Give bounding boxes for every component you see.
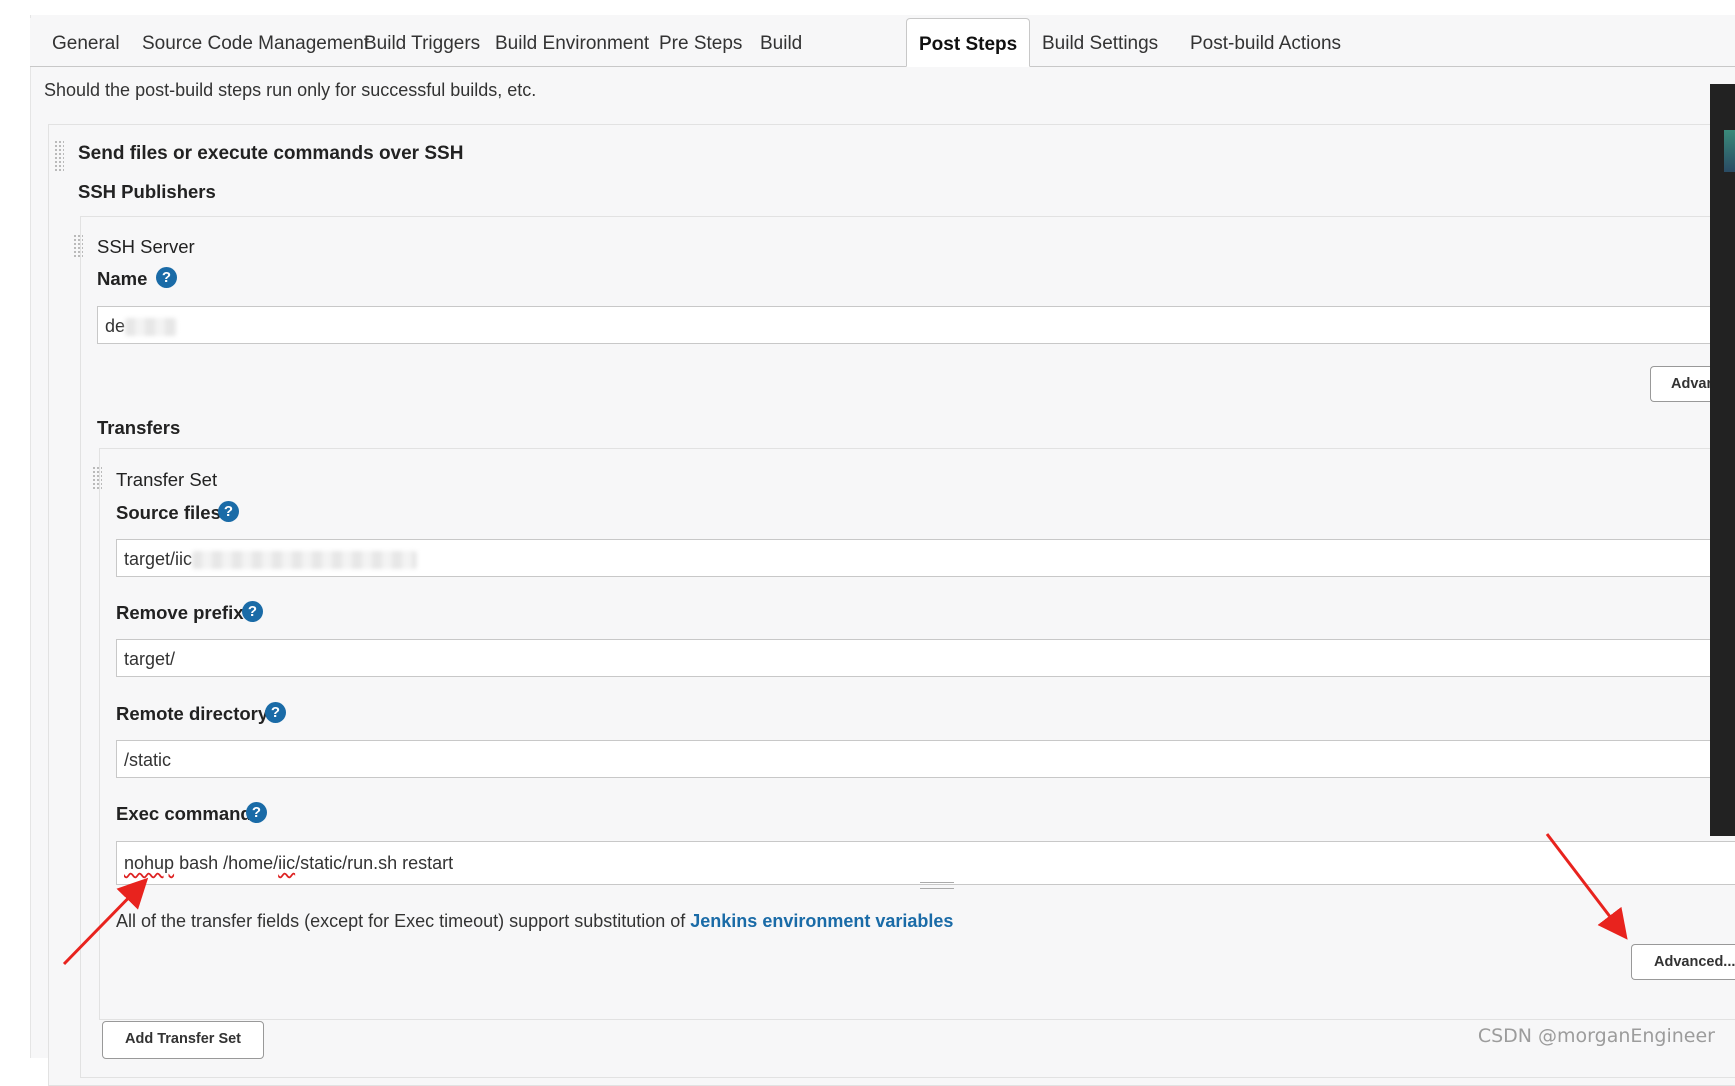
tab-pre-steps[interactable]: Pre Steps (647, 18, 754, 66)
textarea-resize-handle[interactable] (920, 882, 954, 889)
help-icon[interactable]: ? (265, 702, 286, 723)
exec-command-textarea[interactable]: nohup bash /home/iic/static/run.sh resta… (116, 841, 1735, 885)
tab-build[interactable]: Build (748, 18, 814, 66)
jenkins-env-vars-link[interactable]: Jenkins environment variables (690, 911, 953, 931)
spellcheck-word: iic (278, 853, 296, 873)
tab-build-triggers[interactable]: Build Triggers (352, 18, 492, 66)
tab-build-environment[interactable]: Build Environment (483, 18, 661, 66)
scrollbar-thumb[interactable] (1724, 130, 1735, 172)
redacted-text (192, 551, 418, 570)
transfers-label: Transfers (97, 417, 181, 438)
transfer-set-heading: Transfer Set (116, 469, 218, 490)
exec-command-label: Exec command (116, 803, 252, 824)
config-tab-bar: General Source Code Management Build Tri… (30, 18, 1735, 67)
source-files-label: Source files (116, 502, 221, 523)
post-steps-description: Should the post-build steps run only for… (44, 80, 537, 100)
substitution-note-text: All of the transfer fields (except for E… (116, 911, 691, 931)
scrollbar-track[interactable] (1710, 84, 1735, 836)
ssh-publishers-label: SSH Publishers (78, 181, 216, 202)
remote-directory-label: Remote directory (116, 703, 269, 724)
drag-handle[interactable] (54, 140, 64, 172)
redacted-text (125, 318, 178, 337)
server-name-value: de (105, 316, 126, 336)
watermark: CSDN @morganEngineer (1477, 1025, 1715, 1047)
spellcheck-word: nohup (124, 853, 175, 873)
drag-handle[interactable] (73, 234, 83, 258)
transfer-set-panel (99, 448, 1735, 1020)
exec-command-text: /static/run.sh restart (295, 853, 454, 873)
transfer-advanced-button[interactable]: Advanced... (1631, 944, 1735, 980)
exec-command-text: bash /home/ (174, 853, 279, 873)
source-files-value: target/iic (124, 549, 193, 569)
name-label: Name (97, 268, 148, 289)
ssh-server-heading: SSH Server (97, 236, 195, 257)
source-files-input[interactable]: target/iic (116, 539, 1735, 577)
remote-directory-input[interactable]: /static (116, 740, 1735, 778)
drag-handle[interactable] (92, 466, 102, 490)
tab-source-code-management[interactable]: Source Code Management (130, 18, 381, 66)
substitution-note: All of the transfer fields (except for E… (116, 911, 953, 932)
left-margin (0, 0, 30, 1058)
tab-build-settings[interactable]: Build Settings (1030, 18, 1170, 66)
ssh-section-title: Send files or execute commands over SSH (78, 143, 464, 164)
help-icon[interactable]: ? (218, 501, 239, 522)
help-icon[interactable]: ? (242, 601, 263, 622)
help-icon[interactable]: ? (156, 267, 177, 288)
top-margin (0, 0, 1735, 15)
remove-prefix-input[interactable]: target/ (116, 639, 1735, 677)
help-icon[interactable]: ? (246, 802, 267, 823)
remove-prefix-label: Remove prefix (116, 602, 244, 623)
tab-post-build-actions[interactable]: Post-build Actions (1178, 18, 1353, 66)
add-transfer-set-button[interactable]: Add Transfer Set (102, 1021, 264, 1059)
tab-post-steps[interactable]: Post Steps (906, 18, 1031, 67)
tab-general[interactable]: General (40, 18, 132, 66)
server-name-select[interactable]: de (97, 306, 1735, 344)
